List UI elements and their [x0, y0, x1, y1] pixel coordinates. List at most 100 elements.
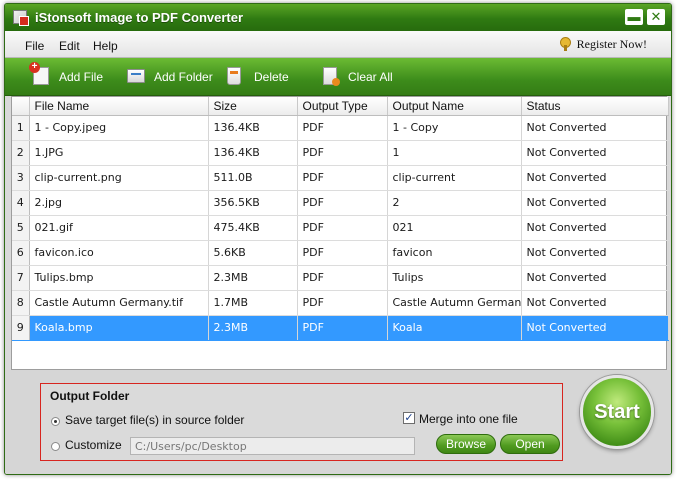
output-type-cell: PDF — [297, 240, 388, 266]
file-name-cell: 1 - Copy.jpeg — [29, 115, 209, 141]
output-type-cell: PDF — [297, 165, 388, 191]
menu-edit[interactable]: Edit — [59, 39, 80, 53]
size-cell: 2.3MB — [208, 315, 298, 341]
file-name-cell: Castle Autumn Germany.tif — [29, 290, 209, 316]
status-cell: Not Converted — [521, 115, 669, 141]
output-folder-group: Output Folder Save target file(s) in sou… — [40, 383, 563, 461]
customize-radio[interactable] — [51, 442, 60, 451]
status-cell: Not Converted — [521, 215, 669, 241]
row-index: 4 — [12, 190, 30, 216]
row-index: 1 — [12, 115, 30, 141]
output-type-cell: PDF — [297, 215, 388, 241]
column-header-output-name[interactable]: Output Name — [387, 97, 522, 116]
minimize-button[interactable]: ▬ — [625, 9, 643, 25]
output-name-cell: 2 — [387, 190, 522, 216]
clear-all-icon — [323, 67, 340, 86]
close-button[interactable]: ✕ — [647, 9, 665, 25]
output-type-cell: PDF — [297, 115, 388, 141]
add-file-icon — [29, 62, 49, 85]
column-header-output-type[interactable]: Output Type — [297, 97, 388, 116]
menu-help[interactable]: Help — [93, 39, 118, 53]
output-name-cell: favicon — [387, 240, 522, 266]
merge-checkbox[interactable]: ✓ — [403, 412, 415, 424]
save-in-source-radio[interactable] — [51, 417, 60, 426]
status-cell: Not Converted — [521, 190, 669, 216]
add-folder-icon — [127, 69, 145, 83]
browse-button[interactable]: Browse — [436, 434, 496, 454]
row-index: 2 — [12, 140, 30, 166]
file-name-cell: Koala.bmp — [29, 315, 209, 341]
size-cell: 136.4KB — [208, 140, 298, 166]
output-name-cell: 021 — [387, 215, 522, 241]
save-in-source-label[interactable]: Save target file(s) in source folder — [65, 413, 244, 427]
row-index: 6 — [12, 240, 30, 266]
open-button[interactable]: Open — [500, 434, 560, 454]
size-cell: 1.7MB — [208, 290, 298, 316]
size-cell: 511.0B — [208, 165, 298, 191]
delete-icon — [227, 67, 241, 85]
output-name-cell: 1 — [387, 140, 522, 166]
table-row-selected[interactable]: 9 Koala.bmp 2.3MB PDF Koala Not Converte… — [12, 315, 669, 341]
row-index: 8 — [12, 290, 30, 316]
column-header-size[interactable]: Size — [208, 97, 298, 116]
toolbar: Add File Add Folder Delete Clear All — [5, 58, 671, 96]
table-row[interactable]: 1 1 - Copy.jpeg 136.4KB PDF 1 - Copy Not… — [12, 115, 669, 141]
file-name-cell: 021.gif — [29, 215, 209, 241]
customize-label[interactable]: Customize — [65, 438, 122, 452]
title-bar[interactable]: iStonsoft Image to PDF Converter ▬ ✕ — [5, 4, 671, 31]
table-row[interactable]: 5 021.gif 475.4KB PDF 021 Not Converted — [12, 215, 669, 241]
output-path-input[interactable]: C:/Users/pc/Desktop — [130, 437, 415, 455]
table-header-row: File Name Size Output Type Output Name S… — [12, 97, 669, 116]
add-folder-label: Add Folder — [154, 70, 213, 84]
row-index: 7 — [12, 265, 30, 291]
app-logo-icon — [13, 10, 29, 26]
row-index: 5 — [12, 215, 30, 241]
output-name-cell: Tulips — [387, 265, 522, 291]
file-name-cell: Tulips.bmp — [29, 265, 209, 291]
row-index: 9 — [12, 315, 30, 341]
menu-file[interactable]: File — [25, 39, 44, 53]
index-column-header — [12, 97, 30, 116]
status-cell: Not Converted — [521, 315, 669, 341]
start-button[interactable]: Start — [580, 375, 654, 449]
merge-label[interactable]: Merge into one file — [419, 412, 518, 426]
table-row[interactable]: 2 1.JPG 136.4KB PDF 1 Not Converted — [12, 140, 669, 166]
column-header-status[interactable]: Status — [521, 97, 669, 116]
register-now-link[interactable]: Register Now! — [577, 37, 647, 52]
output-type-cell: PDF — [297, 315, 388, 341]
file-name-cell: clip-current.png — [29, 165, 209, 191]
table-row[interactable]: 4 2.jpg 356.5KB PDF 2 Not Converted — [12, 190, 669, 216]
table-row[interactable]: 6 favicon.ico 5.6KB PDF favicon Not Conv… — [12, 240, 669, 266]
file-name-cell: 1.JPG — [29, 140, 209, 166]
size-cell: 5.6KB — [208, 240, 298, 266]
output-name-cell: Koala — [387, 315, 522, 341]
status-cell: Not Converted — [521, 290, 669, 316]
output-name-cell: Castle Autumn Germany — [387, 290, 522, 316]
key-icon — [560, 37, 572, 51]
status-cell: Not Converted — [521, 265, 669, 291]
add-file-label: Add File — [59, 70, 104, 84]
menu-bar: File Edit Help Register Now! — [5, 31, 671, 58]
clear-all-label: Clear All — [348, 70, 393, 84]
bottom-panel: Output Folder Save target file(s) in sou… — [5, 370, 671, 474]
size-cell: 136.4KB — [208, 115, 298, 141]
table-row[interactable]: 3 clip-current.png 511.0B PDF clip-curre… — [12, 165, 669, 191]
size-cell: 356.5KB — [208, 190, 298, 216]
size-cell: 2.3MB — [208, 265, 298, 291]
output-type-cell: PDF — [297, 190, 388, 216]
row-index: 3 — [12, 165, 30, 191]
output-type-cell: PDF — [297, 290, 388, 316]
delete-label: Delete — [254, 70, 289, 84]
status-cell: Not Converted — [521, 140, 669, 166]
window-title: iStonsoft Image to PDF Converter — [35, 10, 244, 25]
file-list-table[interactable]: File Name Size Output Type Output Name S… — [11, 96, 669, 370]
size-cell: 475.4KB — [208, 215, 298, 241]
output-name-cell: 1 - Copy — [387, 115, 522, 141]
output-type-cell: PDF — [297, 265, 388, 291]
table-row[interactable]: 8 Castle Autumn Germany.tif 1.7MB PDF Ca… — [12, 290, 669, 316]
column-header-file-name[interactable]: File Name — [29, 97, 209, 116]
file-name-cell: favicon.ico — [29, 240, 209, 266]
table-row[interactable]: 7 Tulips.bmp 2.3MB PDF Tulips Not Conver… — [12, 265, 669, 291]
app-window: iStonsoft Image to PDF Converter ▬ ✕ Fil… — [4, 3, 672, 475]
output-name-cell: clip-current — [387, 165, 522, 191]
